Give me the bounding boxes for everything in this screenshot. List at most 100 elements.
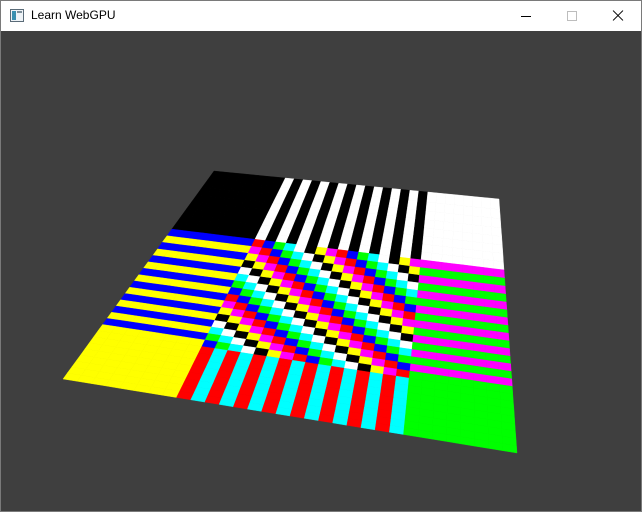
plane-texel bbox=[472, 265, 484, 276]
plane-texel bbox=[442, 237, 454, 248]
plane-texel bbox=[380, 239, 393, 249]
plane-texel bbox=[483, 275, 495, 285]
plane-texel bbox=[462, 205, 473, 217]
plane-texel bbox=[392, 232, 404, 242]
plane-texel bbox=[385, 215, 397, 225]
plane-texel bbox=[373, 222, 386, 232]
plane-texel bbox=[337, 241, 351, 252]
plane-texel bbox=[462, 248, 474, 259]
plane-texel bbox=[482, 250, 494, 261]
plane-texel bbox=[432, 236, 444, 247]
plane-texel bbox=[410, 250, 423, 260]
plane-texel bbox=[354, 259, 368, 269]
plane-texel bbox=[444, 193, 455, 206]
app-window: Learn WebGPU bbox=[0, 0, 642, 512]
plane-texel bbox=[489, 197, 500, 210]
plane-texel bbox=[393, 224, 406, 234]
plane-texel bbox=[360, 236, 373, 247]
plane-texel bbox=[421, 243, 433, 254]
plane-texel bbox=[402, 233, 414, 244]
plane-texel bbox=[425, 201, 437, 213]
plane-texel bbox=[472, 215, 483, 226]
plane-texel bbox=[426, 191, 437, 204]
plane-texel bbox=[444, 203, 455, 215]
plane-texel bbox=[382, 231, 395, 241]
plane-texel bbox=[453, 204, 464, 216]
plane-texel bbox=[472, 249, 484, 260]
plane-texel bbox=[419, 267, 432, 277]
plane-texel bbox=[451, 263, 463, 274]
plane-texel bbox=[358, 244, 371, 254]
plane-texel bbox=[379, 197, 391, 208]
plane-texel bbox=[412, 234, 424, 245]
plane-texel bbox=[492, 243, 504, 254]
plane-texel bbox=[462, 223, 473, 234]
plane-texel bbox=[472, 241, 484, 252]
maximize-button bbox=[549, 1, 595, 31]
plane-texel bbox=[416, 200, 428, 212]
plane-texel bbox=[408, 190, 420, 202]
title-bar[interactable]: Learn WebGPU bbox=[1, 1, 641, 31]
plane-texel bbox=[405, 208, 417, 219]
plane-texel bbox=[462, 231, 473, 242]
plane-texel bbox=[482, 234, 493, 245]
plane-texel bbox=[472, 232, 483, 244]
plane-texel bbox=[399, 249, 412, 259]
plane-texel bbox=[472, 224, 483, 235]
window-app-icon[interactable] bbox=[10, 9, 24, 22]
plane-texel bbox=[451, 271, 463, 281]
plane-texel bbox=[481, 207, 492, 219]
plane-texel bbox=[483, 267, 495, 277]
plane-texel bbox=[422, 235, 434, 246]
plane-texel bbox=[415, 209, 427, 220]
plane-texel bbox=[406, 199, 418, 211]
plane-texel bbox=[363, 221, 376, 231]
plane-texel bbox=[396, 207, 408, 218]
plane-texel bbox=[472, 257, 484, 268]
plane-texel bbox=[350, 235, 363, 245]
plane-texel bbox=[443, 212, 455, 223]
plane-texel bbox=[441, 254, 453, 264]
plane-texel bbox=[482, 259, 494, 269]
plane-texel bbox=[404, 217, 416, 227]
plane-texel bbox=[482, 242, 494, 253]
plane-texel bbox=[481, 216, 492, 227]
plane-texel bbox=[492, 252, 504, 262]
plane-texel bbox=[375, 214, 388, 224]
plane-texel bbox=[423, 227, 435, 238]
plane-texel bbox=[419, 259, 432, 270]
plane-texel bbox=[379, 246, 392, 257]
plane-texel bbox=[372, 230, 385, 240]
plane-texel bbox=[352, 227, 365, 238]
plane-texel bbox=[413, 226, 425, 237]
plane-texel bbox=[390, 188, 402, 200]
plane-texel bbox=[462, 240, 473, 251]
plane-texel bbox=[367, 253, 380, 263]
plane-texel bbox=[462, 195, 473, 207]
window-title: Learn WebGPU bbox=[31, 8, 116, 22]
plane-texel bbox=[435, 192, 446, 205]
render-viewport[interactable] bbox=[1, 31, 641, 511]
plane-texel bbox=[433, 220, 445, 231]
plane-texel bbox=[335, 249, 349, 259]
plane-texel bbox=[390, 240, 403, 250]
plane-texel bbox=[387, 263, 400, 273]
plane-texel bbox=[397, 198, 409, 210]
plane-texel bbox=[420, 251, 433, 262]
plane-texel bbox=[453, 194, 464, 206]
plane-texel bbox=[399, 189, 411, 201]
plane-texel bbox=[490, 217, 502, 229]
plane-texel bbox=[414, 218, 426, 229]
plane-texel bbox=[451, 255, 463, 266]
plane-texel bbox=[452, 247, 463, 258]
plane-texel bbox=[472, 196, 482, 208]
close-button[interactable] bbox=[595, 1, 641, 31]
plane-texel bbox=[403, 225, 415, 236]
plane-texel bbox=[462, 214, 473, 225]
plane-texel bbox=[388, 255, 401, 266]
plane-texel bbox=[480, 197, 491, 209]
plane-texel bbox=[417, 190, 429, 203]
minimize-button[interactable] bbox=[503, 1, 549, 31]
plane-texel bbox=[409, 258, 422, 268]
plane-texel bbox=[452, 230, 464, 241]
